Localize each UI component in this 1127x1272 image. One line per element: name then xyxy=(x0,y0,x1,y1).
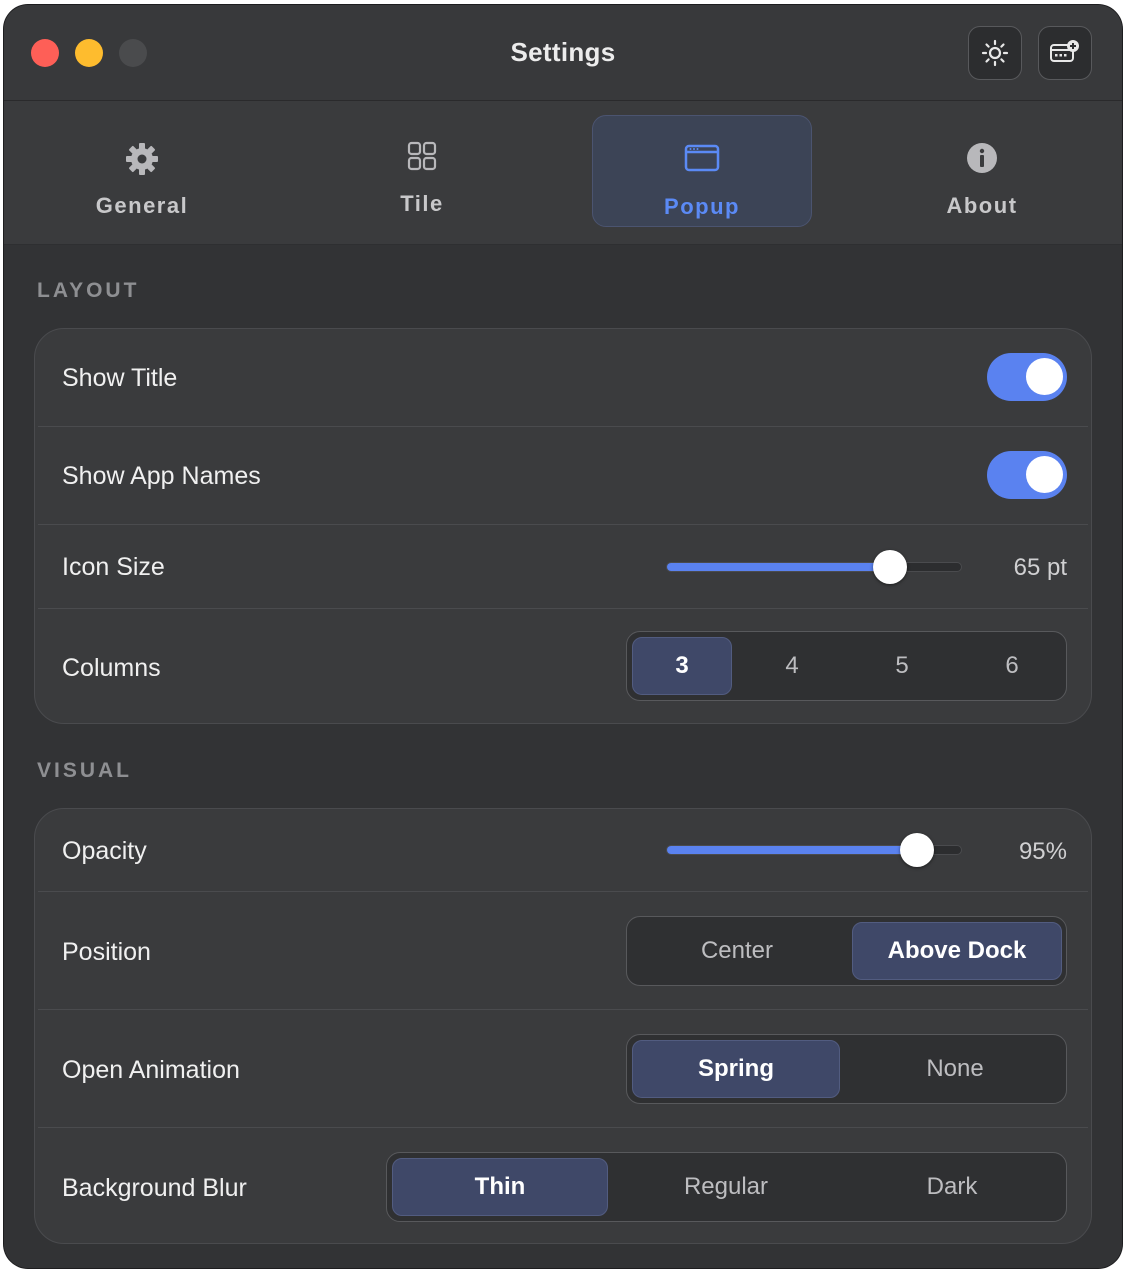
info-icon xyxy=(967,143,997,173)
show-title-label: Show Title xyxy=(62,364,178,392)
columns-option-6[interactable]: 6 xyxy=(962,637,1062,695)
background-blur-row: Background Blur Thin Regular Dark xyxy=(35,1128,1093,1244)
open-animation-option-spring[interactable]: Spring xyxy=(632,1040,840,1098)
icon-size-slider[interactable] xyxy=(666,550,962,584)
tab-tile[interactable]: Tile xyxy=(312,115,532,227)
section-heading-layout: LAYOUT xyxy=(37,279,140,302)
card-add-icon xyxy=(1050,40,1079,62)
tab-label: General xyxy=(95,193,189,218)
tab-bar: General Tile Popup About xyxy=(4,101,1122,245)
opacity-row: Opacity 95% xyxy=(35,809,1093,891)
settings-window: Settings General Tile Popup About LAYOUT… xyxy=(4,5,1122,1268)
icon-size-value: 65 pt xyxy=(1013,554,1067,581)
section-heading-visual: VISUAL xyxy=(37,759,133,782)
opacity-slider[interactable] xyxy=(666,833,962,867)
opacity-value: 95% xyxy=(1018,838,1067,865)
window-icon xyxy=(684,144,720,172)
popup-settings-pane: LAYOUT Show Title Show App Names Icon Si… xyxy=(4,245,1122,1268)
columns-label: Columns xyxy=(62,654,161,682)
tab-label: Tile xyxy=(400,191,444,216)
icon-size-label: Icon Size xyxy=(62,553,165,581)
toggle-knob xyxy=(1026,456,1063,493)
tab-label: Popup xyxy=(664,194,740,219)
window-title: Settings xyxy=(510,37,616,67)
position-segmented-control: Center Above Dock xyxy=(626,916,1067,986)
slider-fill xyxy=(667,846,917,854)
icon-size-row: Icon Size 65 pt xyxy=(35,525,1093,608)
show-app-names-row: Show App Names xyxy=(35,427,1093,524)
visual-group: Opacity 95% Position Center Above Dock O… xyxy=(34,808,1092,1244)
position-option-center[interactable]: Center xyxy=(632,922,842,980)
open-animation-label: Open Animation xyxy=(62,1056,240,1084)
columns-option-3[interactable]: 3 xyxy=(632,637,732,695)
tab-label: About xyxy=(946,193,1018,218)
show-app-names-toggle[interactable] xyxy=(987,451,1067,499)
open-animation-option-none[interactable]: None xyxy=(850,1040,1060,1098)
tab-general[interactable]: General xyxy=(32,115,252,227)
show-title-row: Show Title xyxy=(35,329,1093,426)
position-label: Position xyxy=(62,938,151,966)
tab-about[interactable]: About xyxy=(872,115,1092,227)
position-row: Position Center Above Dock xyxy=(35,892,1093,1009)
columns-row: Columns 3 4 5 6 xyxy=(35,609,1093,724)
add-display-button[interactable] xyxy=(1038,26,1092,80)
open-animation-segmented-control: Spring None xyxy=(626,1034,1067,1104)
opacity-label: Opacity xyxy=(62,837,147,865)
columns-option-4[interactable]: 4 xyxy=(742,637,842,695)
background-blur-label: Background Blur xyxy=(62,1174,247,1202)
tab-popup[interactable]: Popup xyxy=(592,115,812,227)
background-blur-option-dark[interactable]: Dark xyxy=(844,1158,1060,1216)
open-animation-row: Open Animation Spring None xyxy=(35,1010,1093,1127)
columns-option-5[interactable]: 5 xyxy=(852,637,952,695)
slider-thumb[interactable] xyxy=(899,833,934,867)
grid-icon xyxy=(407,141,437,171)
title-bar: Settings xyxy=(4,5,1122,101)
background-blur-segmented-control: Thin Regular Dark xyxy=(386,1152,1067,1222)
toggle-knob xyxy=(1026,358,1063,395)
appearance-button[interactable] xyxy=(968,26,1022,80)
columns-segmented-control: 3 4 5 6 xyxy=(626,631,1067,701)
slider-fill xyxy=(667,563,891,571)
sun-icon xyxy=(981,39,1009,67)
background-blur-option-regular[interactable]: Regular xyxy=(618,1158,834,1216)
slider-thumb[interactable] xyxy=(873,550,908,584)
show-app-names-label: Show App Names xyxy=(62,462,261,490)
background-blur-option-thin[interactable]: Thin xyxy=(392,1158,608,1216)
gear-icon xyxy=(126,143,158,175)
layout-group: Show Title Show App Names Icon Size 65 p… xyxy=(34,328,1092,724)
show-title-toggle[interactable] xyxy=(987,353,1067,401)
position-option-above-dock[interactable]: Above Dock xyxy=(852,922,1062,980)
